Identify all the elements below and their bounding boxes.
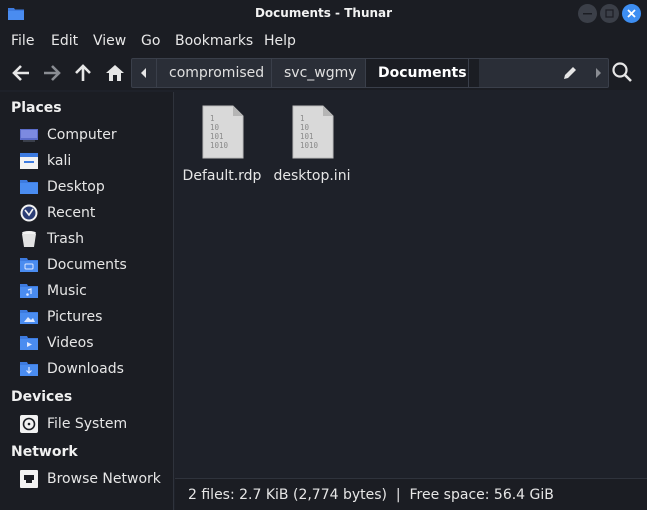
forward-button[interactable] xyxy=(39,60,65,86)
binary-glyph-line: 101 xyxy=(300,132,314,141)
sidebar-item-desktop[interactable]: Desktop xyxy=(0,174,173,200)
computer-icon xyxy=(20,129,38,142)
menu-view[interactable]: View xyxy=(93,26,126,56)
arrow-up-icon xyxy=(75,64,91,81)
close-button[interactable] xyxy=(622,4,641,23)
search-button[interactable] xyxy=(611,61,637,87)
back-button[interactable] xyxy=(8,60,34,86)
crumb-documents[interactable]: Documents xyxy=(365,59,479,87)
status-bar: 2 files: 2.7 KiB (2,774 bytes) | Free sp… xyxy=(175,478,647,510)
trash-icon xyxy=(22,231,36,247)
arrow-right-icon xyxy=(44,65,61,81)
binary-glyph-line: 101 xyxy=(210,132,224,141)
path-bar: compromised svc_wgmy Documents xyxy=(131,58,609,88)
recent-icon xyxy=(20,204,38,222)
downloads-folder-icon xyxy=(20,362,38,376)
network-header: Network xyxy=(11,444,78,460)
up-button[interactable] xyxy=(70,60,96,86)
menu-edit[interactable]: Edit xyxy=(51,26,78,56)
sidebar-item-computer[interactable]: Computer xyxy=(0,122,173,148)
chevron-left-icon xyxy=(141,68,146,78)
crumb-svc-wgmy[interactable]: svc_wgmy xyxy=(271,59,369,87)
binary-glyph-line: 1 xyxy=(300,114,305,123)
binary-file-icon: 1 10 101 1010 xyxy=(202,105,244,159)
sidebar-item-label: Recent xyxy=(47,205,96,221)
sidebar-item-recent[interactable]: Recent xyxy=(0,200,173,226)
binary-glyph-line: 10 xyxy=(210,123,220,132)
sidebar-item-label: Pictures xyxy=(47,309,103,325)
window-title: Documents - Thunar xyxy=(254,6,393,20)
sidebar-item-label: kali xyxy=(47,153,72,169)
sidebar-item-file-system[interactable]: File System xyxy=(0,411,173,437)
menu-bar: File Edit View Go Bookmarks Help xyxy=(0,26,647,56)
binary-glyph-line: 1 xyxy=(210,114,215,123)
file-name: desktop.ini xyxy=(273,168,351,184)
home-icon xyxy=(106,65,124,81)
sidebar-item-kali[interactable]: kali xyxy=(0,148,173,174)
search-icon xyxy=(612,62,632,82)
sidebar-item-label: Downloads xyxy=(47,361,124,377)
sidebar-item-label: Browse Network xyxy=(47,471,161,487)
sidebar-item-downloads[interactable]: Downloads xyxy=(0,356,173,382)
sidebar-item-label: Computer xyxy=(47,127,117,143)
file-view[interactable]: 1 10 101 1010 Default.rdp 1 10 101 1010 … xyxy=(175,92,647,478)
sidebar-item-label: Videos xyxy=(47,335,94,351)
documents-folder-icon xyxy=(20,258,38,272)
sidebar-item-music[interactable]: Music xyxy=(0,278,173,304)
sidebar-item-label: Documents xyxy=(47,257,127,273)
toolbar: compromised svc_wgmy Documents xyxy=(0,56,647,90)
music-folder-icon xyxy=(20,284,38,298)
videos-folder-icon xyxy=(20,336,38,350)
devices-header: Devices xyxy=(11,389,73,405)
maximize-icon xyxy=(605,9,614,18)
binary-glyph-line: 1010 xyxy=(300,141,319,150)
binary-glyph-line: 10 xyxy=(300,123,310,132)
drive-icon xyxy=(20,415,38,433)
sidebar-item-label: Trash xyxy=(47,231,84,247)
home-button[interactable] xyxy=(102,60,128,86)
desktop-icon xyxy=(20,180,38,194)
title-bar[interactable]: Documents - Thunar xyxy=(0,0,647,26)
close-icon xyxy=(627,9,636,18)
menu-go[interactable]: Go xyxy=(141,26,160,56)
minimize-icon xyxy=(583,13,592,15)
menu-file[interactable]: File xyxy=(11,26,34,56)
sidebar-item-browse-network[interactable]: Browse Network xyxy=(0,466,173,492)
home-folder-icon xyxy=(20,153,38,169)
sidebar: Places Computer kali Desktop Recent Tras… xyxy=(0,92,174,510)
network-icon xyxy=(20,470,38,488)
sidebar-item-trash[interactable]: Trash xyxy=(0,226,173,252)
file-item-desktop-ini[interactable]: 1 10 101 1010 desktop.ini xyxy=(267,104,357,194)
maximize-button[interactable] xyxy=(600,4,619,23)
sidebar-item-label: File System xyxy=(47,416,128,432)
sidebar-item-label: Music xyxy=(47,283,87,299)
pictures-folder-icon xyxy=(20,310,38,324)
sidebar-item-label: Desktop xyxy=(47,179,105,195)
sidebar-item-videos[interactable]: Videos xyxy=(0,330,173,356)
menu-bookmarks[interactable]: Bookmarks xyxy=(175,26,253,56)
status-text: 2 files: 2.7 KiB (2,774 bytes) | Free sp… xyxy=(188,487,554,503)
minimize-button[interactable] xyxy=(578,4,597,23)
pencil-icon xyxy=(564,67,576,79)
sidebar-item-documents[interactable]: Documents xyxy=(0,252,173,278)
path-scroll-right-button[interactable] xyxy=(586,59,610,87)
file-item-default-rdp[interactable]: 1 10 101 1010 Default.rdp xyxy=(177,104,267,194)
places-header: Places xyxy=(11,100,62,116)
binary-file-icon: 1 10 101 1010 xyxy=(292,105,334,159)
menu-help[interactable]: Help xyxy=(264,26,296,56)
sidebar-item-pictures[interactable]: Pictures xyxy=(0,304,173,330)
crumb-compromised[interactable]: compromised xyxy=(156,59,276,87)
file-name: Default.rdp xyxy=(182,168,262,184)
binary-glyph-line: 1010 xyxy=(210,141,229,150)
arrow-left-icon xyxy=(12,65,29,81)
chevron-right-icon xyxy=(596,68,601,78)
path-scroll-left-button[interactable] xyxy=(132,59,156,87)
path-edit-button[interactable] xyxy=(468,59,586,87)
